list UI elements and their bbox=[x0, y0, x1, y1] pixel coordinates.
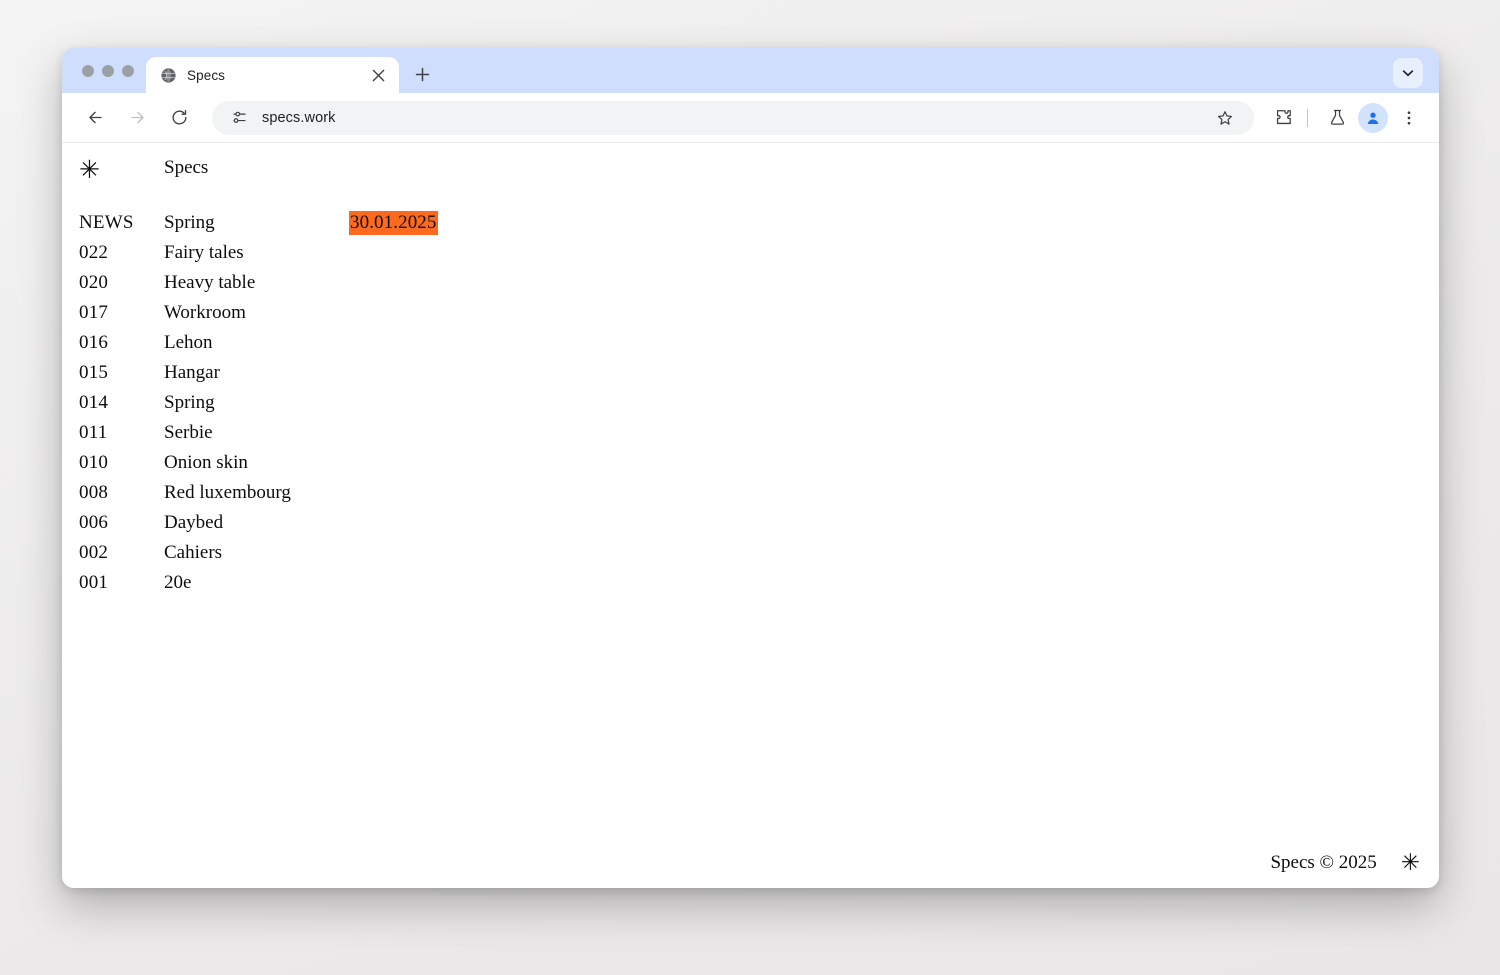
spec-name: Daybed bbox=[164, 512, 224, 533]
spec-code: 015 bbox=[79, 362, 109, 383]
list-item[interactable]: 010 Onion skin bbox=[62, 452, 1439, 482]
spec-name: Cahiers bbox=[164, 542, 223, 563]
tab-strip: Specs bbox=[62, 48, 1439, 93]
spec-code: 017 bbox=[79, 302, 109, 323]
asterisk-logo-icon[interactable]: ✳ bbox=[62, 157, 147, 182]
spec-name: Lehon bbox=[164, 332, 213, 353]
tune-icon[interactable] bbox=[226, 105, 252, 131]
spec-name: Red luxembourg bbox=[164, 482, 291, 503]
list-item[interactable]: 020 Heavy table bbox=[62, 272, 1439, 302]
spec-code: 014 bbox=[79, 392, 109, 413]
asterisk-footer-icon[interactable]: ✳ bbox=[1401, 852, 1420, 875]
spec-name: Serbie bbox=[164, 422, 213, 443]
spec-name: Workroom bbox=[164, 302, 246, 323]
labs-flask-icon[interactable] bbox=[1321, 102, 1353, 134]
spec-name: Heavy table bbox=[164, 272, 256, 293]
reload-button[interactable] bbox=[162, 101, 196, 135]
spec-code: 020 bbox=[79, 272, 109, 293]
desktop-background: Specs specs.work ✳ Specs NEWS Spring 30.… bbox=[0, 0, 1500, 975]
spec-code: 010 bbox=[79, 452, 109, 473]
extensions-puzzle-icon[interactable] bbox=[1267, 102, 1299, 134]
list-item[interactable]: 017 Workroom bbox=[62, 302, 1439, 332]
address-bar[interactable]: specs.work bbox=[212, 100, 1254, 135]
list-item[interactable]: 001 20e bbox=[62, 572, 1439, 602]
list-item[interactable]: 015 Hangar bbox=[62, 362, 1439, 392]
close-tab-button[interactable] bbox=[367, 64, 389, 86]
page-title: Specs bbox=[164, 157, 209, 178]
toolbar-divider bbox=[1307, 108, 1308, 127]
close-window-button[interactable] bbox=[82, 64, 94, 77]
url-text[interactable]: specs.work bbox=[262, 110, 336, 126]
spec-name: Onion skin bbox=[164, 452, 248, 473]
spec-name: Hangar bbox=[164, 362, 220, 383]
spec-code: 011 bbox=[79, 422, 108, 443]
list-item[interactable]: 016 Lehon bbox=[62, 332, 1439, 362]
list-item[interactable]: 022 Fairy tales bbox=[62, 242, 1439, 272]
omnibox-actions bbox=[1210, 103, 1240, 133]
maximize-window-button[interactable] bbox=[122, 64, 134, 77]
list-item[interactable]: NEWS Spring 30.01.2025 bbox=[62, 211, 1439, 242]
page-header: ✳ Specs bbox=[62, 143, 1439, 195]
browser-toolbar: specs.work bbox=[62, 93, 1439, 143]
spec-name: 20e bbox=[164, 572, 192, 593]
profile-avatar-icon[interactable] bbox=[1358, 102, 1388, 133]
spec-code: 008 bbox=[79, 482, 109, 503]
spec-name: Spring bbox=[164, 212, 215, 233]
spec-name: Spring bbox=[164, 392, 215, 413]
bookmark-star-icon[interactable] bbox=[1210, 103, 1240, 133]
date-highlight: 30.01.2025 bbox=[349, 211, 438, 235]
spec-code: 006 bbox=[79, 512, 109, 533]
spec-date: 30.01.2025 bbox=[349, 211, 438, 235]
footer-copyright: Specs © 2025 bbox=[1270, 851, 1377, 873]
list-item[interactable]: 002 Cahiers bbox=[62, 542, 1439, 572]
forward-button[interactable] bbox=[120, 101, 154, 135]
browser-tab-specs[interactable]: Specs bbox=[146, 57, 399, 93]
list-item[interactable]: 008 Red luxembourg bbox=[62, 482, 1439, 512]
spec-code: 002 bbox=[79, 542, 109, 563]
new-tab-button[interactable] bbox=[407, 59, 437, 89]
page-viewport: ✳ Specs NEWS Spring 30.01.2025 022 Fairy… bbox=[62, 143, 1439, 888]
window-traffic-lights bbox=[62, 48, 146, 93]
back-button[interactable] bbox=[78, 101, 112, 135]
tab-search-button[interactable] bbox=[1393, 58, 1423, 88]
spec-code: 001 bbox=[79, 572, 109, 593]
page-footer: Specs © 2025 ✳ bbox=[62, 851, 1439, 875]
tab-title: Specs bbox=[187, 67, 226, 83]
globe-icon bbox=[160, 67, 177, 84]
list-item[interactable]: 014 Spring bbox=[62, 392, 1439, 422]
browser-window: Specs specs.work ✳ Specs NEWS Spring 30.… bbox=[62, 48, 1439, 888]
spec-code: 022 bbox=[79, 242, 109, 263]
spec-name: Fairy tales bbox=[164, 242, 244, 263]
list-item[interactable]: 011 Serbie bbox=[62, 422, 1439, 452]
specs-list: NEWS Spring 30.01.2025 022 Fairy tales 0… bbox=[62, 211, 1439, 602]
list-item[interactable]: 006 Daybed bbox=[62, 512, 1439, 542]
spec-code: NEWS bbox=[79, 212, 134, 233]
spec-code: 016 bbox=[79, 332, 109, 353]
minimize-window-button[interactable] bbox=[102, 64, 114, 77]
three-dot-menu-icon[interactable] bbox=[1393, 102, 1425, 134]
